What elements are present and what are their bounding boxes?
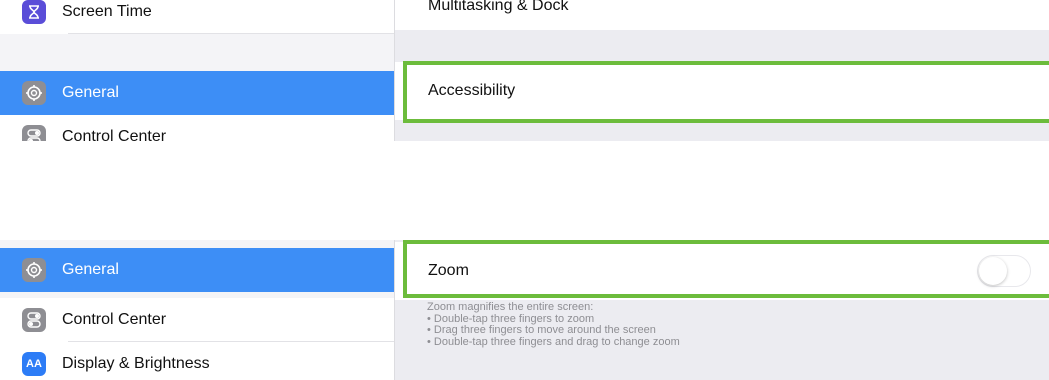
sidebar-item-control-center[interactable]: Control Center bbox=[0, 298, 394, 342]
sidebar-item-label: General bbox=[62, 261, 119, 278]
toggle-knob bbox=[979, 257, 1007, 285]
aa-icon: AA bbox=[22, 352, 46, 376]
sidebar-item-label: General bbox=[62, 84, 119, 101]
zoom-description-heading: Zoom magnifies the entire screen: bbox=[427, 301, 594, 313]
sidebar-item-general[interactable]: General bbox=[0, 71, 394, 115]
settings-panel-top: Screen Time General Control Center Multi… bbox=[0, 0, 1049, 141]
row-label: Accessibility bbox=[428, 82, 516, 99]
sidebar-item-label: Control Center bbox=[62, 128, 167, 141]
sidebar-item-label: Screen Time bbox=[62, 3, 152, 20]
zoom-toggle[interactable] bbox=[977, 255, 1031, 287]
settings-content: Zoom Zoom magnifies the entire screen: •… bbox=[395, 240, 1049, 380]
row-accessibility[interactable]: Accessibility bbox=[395, 62, 1049, 120]
row-multitasking-dock[interactable]: Multitasking & Dock bbox=[395, 0, 1049, 30]
settings-sidebar: Screen Time General Control Center bbox=[0, 0, 395, 141]
row-label: Zoom bbox=[428, 262, 469, 279]
sidebar-item-control-center[interactable]: Control Center bbox=[0, 115, 394, 141]
switches-icon bbox=[22, 125, 46, 141]
gear-icon bbox=[22, 81, 46, 105]
sidebar-item-display-brightness[interactable]: AA Display & Brightness bbox=[0, 342, 394, 380]
row-zoom[interactable]: Zoom bbox=[395, 242, 1049, 300]
gear-icon bbox=[22, 258, 46, 282]
settings-sidebar: General Control Center AA Display & Brig… bbox=[0, 240, 395, 380]
divider bbox=[68, 33, 394, 34]
settings-content: Multitasking & Dock Accessibility bbox=[395, 0, 1049, 141]
switches-icon bbox=[22, 308, 46, 332]
zoom-description-bullet: • Double-tap three fingers and drag to c… bbox=[427, 335, 680, 348]
sidebar-item-screen-time[interactable]: Screen Time bbox=[0, 0, 394, 34]
row-label: Multitasking & Dock bbox=[428, 0, 569, 14]
sidebar-item-general[interactable]: General bbox=[0, 248, 394, 292]
zoom-description: Zoom magnifies the entire screen: • Doub… bbox=[427, 301, 680, 348]
hourglass-icon bbox=[22, 0, 46, 24]
settings-panel-bottom: General Control Center AA Display & Brig… bbox=[0, 240, 1049, 380]
sidebar-item-label: Display & Brightness bbox=[62, 355, 210, 372]
zoom-description-bullet: • Drag three fingers to move around the … bbox=[427, 324, 656, 336]
sidebar-item-label: Control Center bbox=[62, 311, 167, 328]
